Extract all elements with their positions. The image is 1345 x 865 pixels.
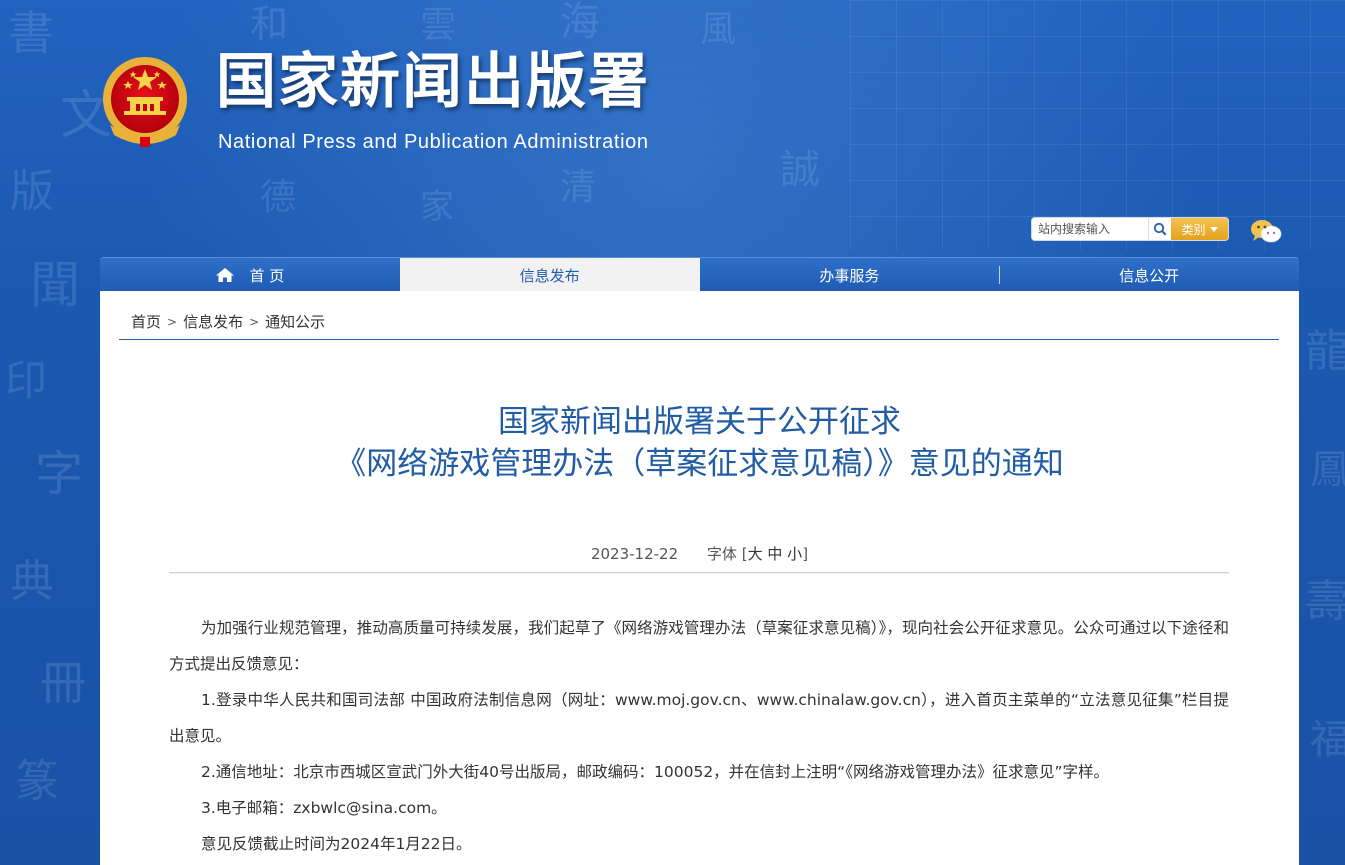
- search-icon: [1153, 222, 1167, 236]
- site-subtitle: National Press and Publication Administr…: [218, 131, 649, 153]
- breadcrumb-divider: [119, 339, 1279, 340]
- meta-divider: [169, 572, 1229, 573]
- category-label: 类别: [1181, 222, 1206, 237]
- national-emblem-icon: [103, 57, 187, 147]
- search-input[interactable]: [1032, 219, 1148, 239]
- background-tiles: [850, 0, 1345, 250]
- article-title: 国家新闻出版署关于公开征求 《网络游戏管理办法（草案征求意见稿）》意见的通知: [100, 401, 1299, 485]
- nav-divider: [999, 266, 1001, 284]
- category-dropdown[interactable]: 类别: [1171, 218, 1228, 240]
- article-paragraph: 1.登录中华人民共和国司法部 中国政府法制信息网（网址：www.moj.gov.…: [169, 691, 1229, 745]
- font-size-medium[interactable]: 中: [767, 545, 782, 563]
- nav-item-label: 信息公开: [1119, 266, 1180, 285]
- breadcrumb-separator: >: [249, 314, 260, 329]
- nav-item-label: 办事服务: [819, 266, 880, 285]
- chevron-down-icon: [1209, 226, 1218, 232]
- article-paragraph: 为加强行业规范管理，推动高质量可持续发展，我们起草了《网络游戏管理办法（草案征求…: [169, 619, 1229, 673]
- site-title[interactable]: 国家新闻出版署: [216, 52, 650, 112]
- font-size-bracket-close: ]: [802, 545, 809, 563]
- nav-item-home[interactable]: 首 页: [100, 258, 400, 292]
- article-title-line-1: 国家新闻出版署关于公开征求: [498, 404, 901, 440]
- home-icon: [216, 268, 235, 282]
- breadcrumb-home[interactable]: 首页: [131, 311, 161, 332]
- article-meta: 2023-12-22 字体 [大 中 小]: [100, 543, 1299, 564]
- publish-date: 2023-12-22: [590, 545, 679, 563]
- article-paragraph: 2.通信地址：北京市西城区宣武门外大街40号出版局，邮政编码：100052，并在…: [201, 763, 1109, 781]
- breadcrumb-info-release[interactable]: 信息发布: [183, 311, 243, 332]
- article-paragraph: 意见反馈截止时间为2024年1月22日。: [201, 835, 472, 853]
- breadcrumb-separator: >: [167, 314, 178, 329]
- nav-item-services[interactable]: 办事服务: [700, 258, 1000, 292]
- font-size-label: 字体: [706, 545, 737, 563]
- font-size-small[interactable]: 小: [787, 545, 802, 563]
- main-nav: 首 页 信息发布 办事服务 信息公开: [100, 257, 1299, 292]
- search-box: 类别: [1032, 218, 1228, 240]
- wechat-icon[interactable]: [1249, 217, 1283, 245]
- font-size-large[interactable]: 大: [748, 545, 763, 563]
- breadcrumb: 首页 > 信息发布 > 通知公示: [131, 311, 325, 332]
- breadcrumb-notices[interactable]: 通知公示: [265, 311, 325, 332]
- article-body: 为加强行业规范管理，推动高质量可持续发展，我们起草了《网络游戏管理办法（草案征求…: [169, 610, 1229, 862]
- nav-item-info-release[interactable]: 信息发布: [399, 258, 700, 292]
- nav-item-label: 首 页: [249, 266, 285, 285]
- nav-item-info-disclosure[interactable]: 信息公开: [999, 258, 1299, 292]
- article-paragraph: 3.电子邮箱：zxbwlc@sina.com。: [201, 799, 447, 817]
- content-panel: 首页 > 信息发布 > 通知公示 国家新闻出版署关于公开征求 《网络游戏管理办法…: [100, 291, 1299, 865]
- nav-item-label: 信息发布: [519, 266, 580, 285]
- search-button[interactable]: [1148, 218, 1171, 240]
- article-title-line-2: 《网络游戏管理办法（草案征求意见稿）》意见的通知: [335, 446, 1064, 482]
